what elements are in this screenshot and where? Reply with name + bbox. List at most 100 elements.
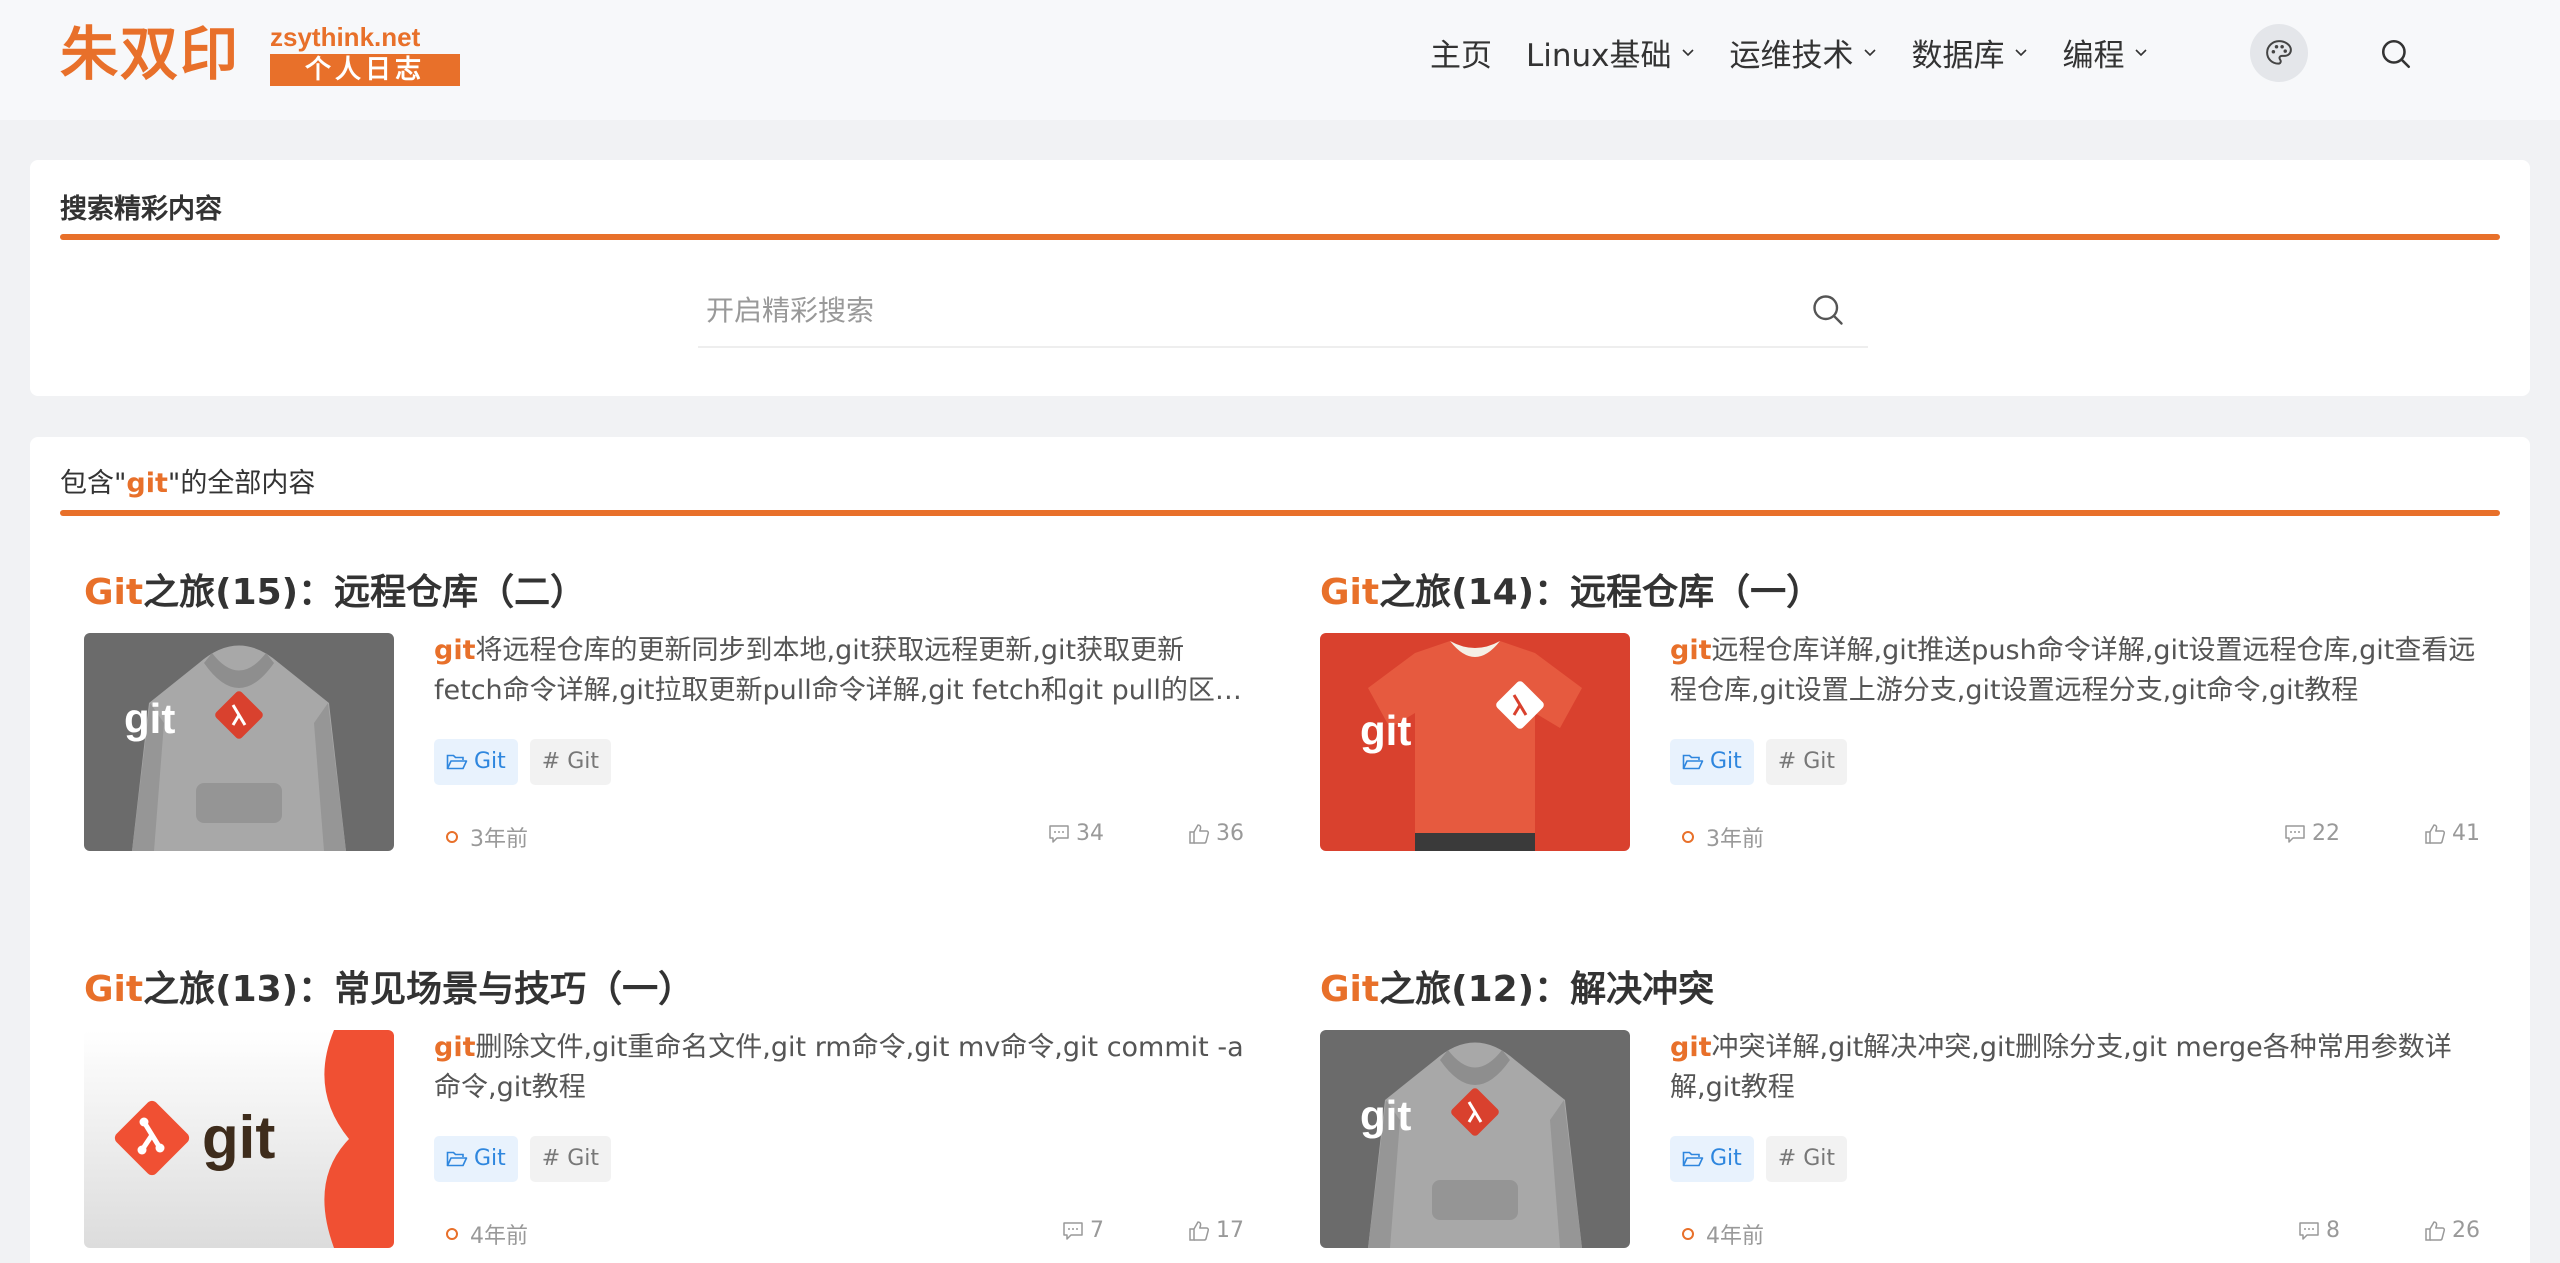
- post-likes[interactable]: 36: [1188, 821, 1244, 846]
- time-dot-icon: [446, 1228, 458, 1240]
- post-excerpt: git将远程仓库的更新同步到本地,git获取远程更新,git获取更新fetch命…: [434, 631, 1244, 711]
- category-tag[interactable]: Git: [1670, 1136, 1754, 1182]
- category-tag[interactable]: Git: [434, 1136, 518, 1182]
- post-title[interactable]: Git之旅(13)：常见场景与技巧（一）: [84, 968, 694, 1012]
- comments-count: 22: [2312, 821, 2340, 846]
- thumbs-up-icon: [1189, 1220, 1210, 1241]
- post-time: 3年前: [446, 821, 528, 853]
- search-card: 搜索精彩内容: [30, 160, 2530, 396]
- tshirt-image: git: [1320, 633, 1630, 851]
- post-card: Git之旅(13)：常见场景与技巧（一） git git删除文件,git重命名文…: [84, 968, 1254, 1263]
- folder-open-icon: [446, 1151, 468, 1167]
- category-tag[interactable]: Git: [434, 739, 518, 785]
- topic-tag[interactable]: # Git: [529, 1136, 612, 1182]
- time-dot-icon: [1682, 1228, 1694, 1240]
- nav-item-label: Linux基础: [1526, 37, 1672, 74]
- thumb-text: git: [202, 1104, 275, 1171]
- results-keyword: git: [126, 468, 168, 499]
- post-comments[interactable]: 7: [1062, 1218, 1104, 1243]
- post-comments[interactable]: 34: [1048, 821, 1104, 846]
- comment-icon: [2299, 1221, 2319, 1240]
- post-title-text: 之旅(14)：远程仓库（一）: [1379, 572, 1823, 613]
- topic-tag[interactable]: # Git: [529, 739, 612, 785]
- nav-item-database[interactable]: 数据库: [1912, 30, 2029, 75]
- post-title-text: 之旅(12)：解决冲突: [1379, 969, 1715, 1010]
- theme-toggle-button[interactable]: [2250, 24, 2308, 82]
- comments-count: 34: [1076, 821, 1104, 846]
- results-title-suffix: "的全部内容: [167, 468, 316, 499]
- post-tags: Git # Git: [1670, 739, 1859, 785]
- tag-label: # Git: [541, 749, 600, 774]
- thumbs-up-icon: [2425, 823, 2446, 844]
- post-time-text: 4年前: [470, 1224, 528, 1249]
- post-tags: Git # Git: [434, 739, 623, 785]
- hoodie-image: git: [1320, 1030, 1630, 1248]
- search-icon[interactable]: [1810, 292, 1846, 328]
- nav-item-ops[interactable]: 运维技术: [1730, 30, 1878, 75]
- post-comments[interactable]: 22: [2284, 821, 2340, 846]
- excerpt-text: 远程仓库详解,git推送push命令详解,git设置远程仓库,git查看远程仓库…: [1670, 635, 2476, 706]
- post-comments[interactable]: 8: [2298, 1218, 2340, 1243]
- post-thumbnail[interactable]: git: [1320, 1030, 1630, 1248]
- excerpt-keyword: git: [1670, 635, 1712, 666]
- post-likes[interactable]: 17: [1188, 1218, 1244, 1243]
- excerpt-keyword: git: [1670, 1032, 1712, 1063]
- category-label: Git: [1710, 1146, 1742, 1171]
- nav-item-home[interactable]: 主页: [1430, 30, 1492, 75]
- chevron-down-icon: [1863, 49, 1876, 57]
- excerpt-text: 删除文件,git重命名文件,git rm命令,git mv命令,git comm…: [434, 1032, 1244, 1103]
- nav-item-label: 数据库: [1911, 37, 2005, 74]
- site-logo[interactable]: 朱双印 zsythink.net 个人日志: [60, 18, 460, 90]
- excerpt-text: 冲突详解,git解决冲突,git删除分支,git merge各种常用参数详解,g…: [1670, 1032, 2452, 1103]
- thumb-text: git: [124, 695, 175, 742]
- chevron-down-icon: [1681, 49, 1694, 57]
- search-box: [698, 272, 1868, 348]
- category-label: Git: [1710, 749, 1742, 774]
- logo-domain-text: zsythink.net: [270, 22, 421, 52]
- thumb-text: git: [1360, 1092, 1411, 1139]
- time-dot-icon: [1682, 831, 1694, 843]
- category-tag[interactable]: Git: [1670, 739, 1754, 785]
- post-time-text: 4年前: [1706, 1224, 1764, 1249]
- category-label: Git: [474, 1146, 506, 1171]
- folder-open-icon: [1682, 1151, 1704, 1167]
- comments-count: 8: [2326, 1218, 2340, 1243]
- folder-open-icon: [1682, 754, 1704, 770]
- post-meta: 4年前 8 26: [1670, 1218, 2480, 1252]
- post-time-text: 3年前: [1706, 827, 1764, 852]
- post-excerpt: git删除文件,git重命名文件,git rm命令,git mv命令,git c…: [434, 1028, 1244, 1108]
- topic-tag[interactable]: # Git: [1765, 739, 1848, 785]
- post-thumbnail[interactable]: git: [84, 633, 394, 851]
- comment-icon: [1049, 824, 1069, 843]
- header-search-button[interactable]: [2376, 34, 2416, 74]
- post-title[interactable]: Git之旅(14)：远程仓库（一）: [1320, 571, 1822, 615]
- results-title-prefix: 包含": [60, 468, 127, 499]
- site-header: 朱双印 zsythink.net 个人日志 主页 Linux基础 运维技术 数据…: [0, 0, 2560, 120]
- git-logo-image: git: [84, 1030, 394, 1248]
- post-title-keyword: Git: [1320, 572, 1380, 613]
- search-input[interactable]: [706, 286, 1756, 334]
- post-tags: Git # Git: [434, 1136, 623, 1182]
- post-thumbnail[interactable]: git: [1320, 633, 1630, 851]
- post-meta: 4年前 7 17: [434, 1218, 1244, 1252]
- results-card: 包含"git"的全部内容 Git之旅(15)：远程仓库（二） git git将远…: [30, 437, 2530, 1263]
- nav-item-programming[interactable]: 编程: [2063, 30, 2149, 75]
- nav-item-label: 运维技术: [1729, 37, 1854, 74]
- tag-label: # Git: [541, 1146, 600, 1171]
- post-card: Git之旅(12)：解决冲突 git git冲突详解,git解决冲突,git删除…: [1320, 968, 2490, 1263]
- topic-tag[interactable]: # Git: [1765, 1136, 1848, 1182]
- post-title-text: 之旅(13)：常见场景与技巧（一）: [143, 969, 695, 1010]
- nav-item-linux[interactable]: Linux基础: [1526, 30, 1696, 75]
- post-thumbnail[interactable]: git: [84, 1030, 394, 1248]
- post-likes[interactable]: 41: [2424, 821, 2480, 846]
- post-title[interactable]: Git之旅(12)：解决冲突: [1320, 968, 1714, 1012]
- post-title-keyword: Git: [84, 572, 144, 613]
- post-meta: 3年前 22 41: [1670, 821, 2480, 855]
- likes-count: 17: [1216, 1218, 1244, 1243]
- main-nav: 主页 Linux基础 运维技术 数据库 编程: [1430, 24, 2183, 80]
- post-excerpt: git远程仓库详解,git推送push命令详解,git设置远程仓库,git查看远…: [1670, 631, 2480, 711]
- palette-icon: [2266, 40, 2292, 65]
- post-title[interactable]: Git之旅(15)：远程仓库（二）: [84, 571, 586, 615]
- excerpt-keyword: git: [434, 1032, 476, 1063]
- post-likes[interactable]: 26: [2424, 1218, 2480, 1243]
